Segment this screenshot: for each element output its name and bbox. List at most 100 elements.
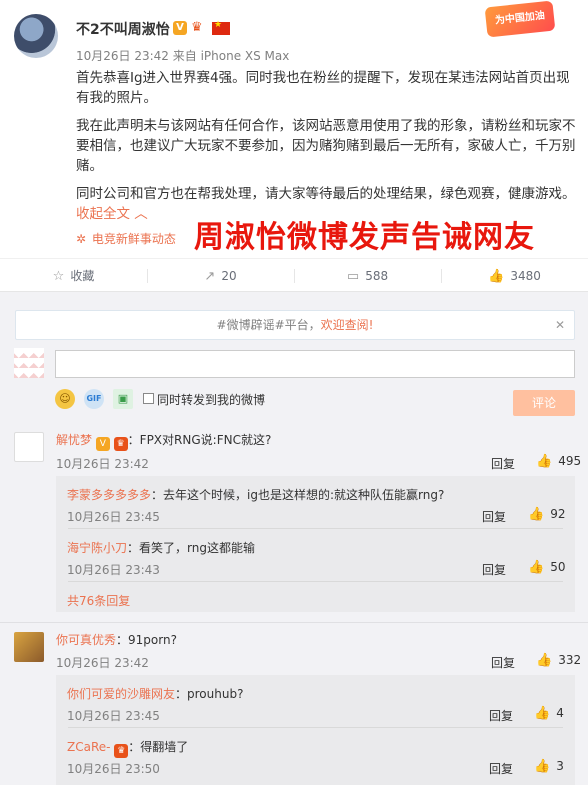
collapse-link[interactable]: 收起全文 ︿ (76, 206, 148, 222)
divider (0, 622, 588, 623)
post-paragraph: 我在此声明未与该网站有任何合作，该网站恶意用使用了我的形象，请粉丝和玩家不要相信… (76, 118, 576, 174)
post-source[interactable]: ✲ 电竞新鲜事动态 (76, 230, 176, 247)
image-icon[interactable]: ▣ (113, 389, 133, 409)
comment-like-count: 332 (558, 653, 582, 667)
reply-text: ：看笑了，rng这都能输 (127, 541, 255, 555)
comment-icon: ▭ (346, 269, 360, 284)
overlay-caption: 周淑怡微博发声告诫网友 (194, 220, 535, 255)
comment: 你可真优秀：91porn? (56, 631, 177, 648)
reply-like-button[interactable]: 👍 3 (534, 759, 564, 774)
forward-checkbox-label: 同时转发到我的微博 (157, 393, 266, 407)
reply-like-button[interactable]: 👍 4 (534, 706, 564, 721)
thumbs-up-icon: 👍 (528, 560, 545, 575)
crown-icon: ♛ (191, 20, 203, 35)
comment: 解忧梦 V ♛ ：FPX对RNG说:FNC就这? (56, 431, 271, 451)
verified-icon: V (173, 21, 187, 35)
like-count: 3480 (510, 269, 541, 283)
commenter-name[interactable]: 解忧梦 (56, 433, 92, 447)
reply-text: ：prouhub? (175, 687, 244, 701)
author-avatar[interactable] (14, 14, 58, 58)
submit-comment-button[interactable]: 评论 (513, 390, 575, 416)
favorite-button[interactable]: ☆ 收藏 (0, 259, 147, 293)
post-action-bar: ☆ 收藏 ↗ 20 ▭ 588 👍 3480 (0, 258, 588, 292)
divider (68, 727, 563, 728)
reply-button[interactable]: 回复 (489, 707, 513, 724)
reply-time: 10月26日 23:45 (67, 709, 160, 723)
reply: ZCaRe- ♛ ：得翻墙了 (67, 738, 188, 758)
thumbs-up-icon: 👍 (528, 507, 545, 522)
reply-button[interactable]: 回复 (482, 561, 506, 578)
weibo-post: 不2不叫周淑怡 V ♛ ★ 为中国加油 10月26日 23:42 来自 iPho… (0, 0, 588, 258)
comment-time: 10月26日 23:42 (56, 457, 149, 471)
reply-button[interactable]: 回复 (489, 760, 513, 777)
thumbs-up-icon: 👍 (536, 454, 553, 469)
reply-text: ：去年这个时候，ig也是这样想的:就这种队伍能赢rng? (151, 488, 445, 502)
post-paragraph: 首先恭喜Ig进入世界赛4强。同时我也在粉丝的提醒下，发现在某违法网站首页出现有我… (76, 70, 570, 106)
reply: 李蒙多多多多多：去年这个时候，ig也是这样想的:就这种队伍能赢rng? (67, 486, 444, 503)
comment-count: 588 (365, 269, 389, 283)
reply-thread: 李蒙多多多多多：去年这个时候，ig也是这样想的:就这种队伍能赢rng? 10月2… (56, 476, 575, 612)
emoji-icon[interactable]: ☺ (55, 389, 75, 409)
reply-like-count: 50 (550, 560, 566, 574)
comment-like-button[interactable]: 👍 495 (536, 454, 581, 469)
reply-like-count: 3 (556, 759, 564, 773)
my-avatar (14, 348, 44, 378)
forward-icon: ↗ (204, 269, 216, 284)
reply-like-count: 4 (556, 706, 564, 720)
comment-like-button[interactable]: 👍 332 (536, 653, 581, 668)
reply-time: 10月26日 23:43 (67, 563, 160, 577)
reply-like-button[interactable]: 👍 92 (528, 507, 565, 522)
comments-section: #微博辟谣#平台，欢迎查阅! ✕ ☺ GIF ▣ 同时转发到我的微博 评论 解忧… (0, 292, 588, 785)
forward-count: 20 (221, 269, 237, 283)
rumor-notice: #微博辟谣#平台，欢迎查阅! ✕ (15, 310, 575, 340)
fan-badge-icon: ♛ (113, 437, 128, 451)
commenter-avatar[interactable] (14, 432, 44, 462)
favorite-label: 收藏 (70, 269, 95, 283)
thumbs-up-icon: 👍 (534, 759, 551, 774)
more-replies-link[interactable]: 共76条回复 (67, 592, 130, 609)
divider (68, 528, 563, 529)
comment-input[interactable] (55, 350, 575, 378)
promo-badge[interactable]: 为中国加油 (484, 0, 556, 38)
forward-button[interactable]: ↗ 20 (147, 259, 294, 293)
comment-button[interactable]: ▭ 588 (294, 259, 441, 293)
divider (68, 581, 563, 582)
gif-icon[interactable]: GIF (84, 389, 104, 409)
thumbs-up-icon: 👍 (488, 269, 505, 284)
source-label: 电竞新鲜事动态 (91, 232, 176, 246)
reply-like-count: 92 (550, 507, 566, 521)
post-paragraph-text: 同时公司和官方也在帮我处理，请大家等待最后的处理结果，绿色观赛，健康游戏。 (76, 186, 576, 202)
reply-like-button[interactable]: 👍 50 (528, 560, 565, 575)
verified-icon: V (95, 437, 110, 451)
comment-like-count: 495 (558, 454, 582, 468)
notice-link[interactable]: 欢迎查阅! (321, 318, 374, 332)
author-name[interactable]: 不2不叫周淑怡 (76, 19, 170, 39)
replier-name[interactable]: 李蒙多多多多多 (67, 488, 151, 502)
thumbs-up-icon: 👍 (534, 706, 551, 721)
like-button[interactable]: 👍 3480 (441, 259, 588, 293)
forward-checkbox[interactable] (143, 393, 154, 404)
flower-icon: ✲ (76, 232, 87, 246)
star-icon: ☆ (52, 269, 65, 284)
reply-button[interactable]: 回复 (491, 654, 515, 671)
reply: 你们可爱的沙雕网友：prouhub? (67, 685, 243, 702)
reply-button[interactable]: 回复 (491, 455, 515, 472)
commenter-avatar[interactable] (14, 632, 44, 662)
fan-badge-icon: ♛ (114, 744, 129, 758)
close-icon[interactable]: ✕ (555, 311, 565, 339)
reply: 海宁陈小刀：看笑了，rng这都能输 (67, 539, 255, 556)
post-meta: 10月26日 23:42 来自 iPhone XS Max (76, 49, 290, 63)
notice-text: #微博辟谣#平台， (216, 318, 321, 332)
thumbs-up-icon: 👍 (536, 653, 553, 668)
comment-time: 10月26日 23:42 (56, 656, 149, 670)
replier-name[interactable]: 你们可爱的沙雕网友 (67, 687, 175, 701)
replier-name[interactable]: ZCaRe- (67, 740, 110, 754)
replier-name[interactable]: 海宁陈小刀 (67, 541, 127, 555)
china-flag-icon: ★ (212, 20, 230, 35)
reply-time: 10月26日 23:45 (67, 510, 160, 524)
reply-time: 10月26日 23:50 (67, 762, 160, 776)
comment-text: ：FPX对RNG说:FNC就这? (127, 433, 272, 447)
reply-text: ：得翻墙了 (128, 740, 189, 754)
reply-button[interactable]: 回复 (482, 508, 506, 525)
commenter-name[interactable]: 你可真优秀 (56, 633, 116, 647)
